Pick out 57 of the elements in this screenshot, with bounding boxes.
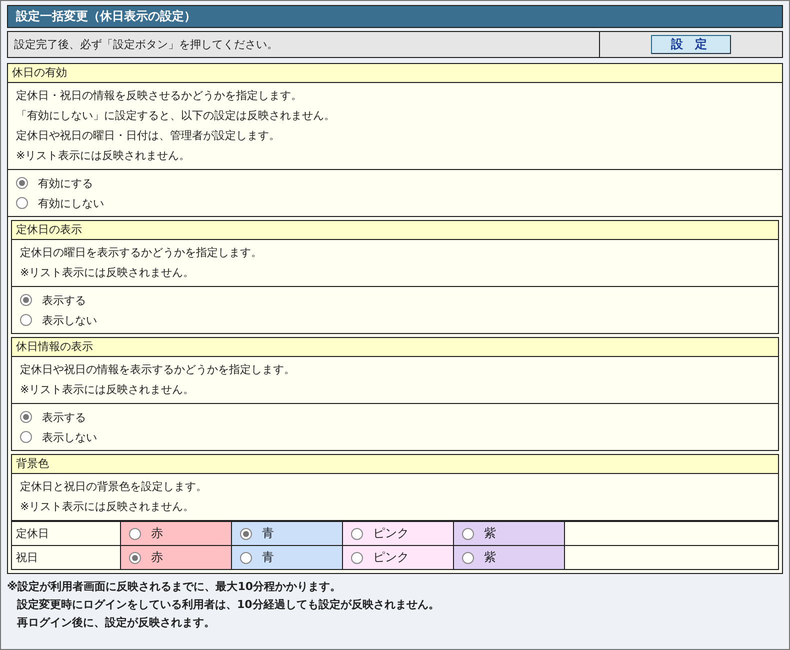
section-heading: 休日の有効 bbox=[8, 64, 782, 83]
color-option-cell[interactable]: 青 bbox=[232, 546, 342, 569]
radio-button[interactable] bbox=[240, 528, 252, 540]
radio-button[interactable] bbox=[20, 431, 32, 443]
color-option-cell[interactable]: 青 bbox=[232, 522, 342, 546]
color-option-cell[interactable]: 赤 bbox=[120, 546, 232, 569]
radio-button[interactable] bbox=[240, 552, 252, 564]
description-text: ※リスト表示には反映されません。 bbox=[16, 148, 192, 164]
option-label: 青 bbox=[262, 525, 274, 542]
description-text: ※リスト表示には反映されません。 bbox=[20, 382, 196, 398]
option-label: 表示する bbox=[42, 410, 86, 424]
radio-button[interactable] bbox=[351, 528, 363, 540]
radio-button[interactable] bbox=[20, 314, 32, 326]
color-option-cell[interactable]: 紫 bbox=[454, 546, 564, 569]
description-text: 定休日と祝日の背景色を設定します。 bbox=[20, 479, 208, 495]
description-text: ※リスト表示には反映されません。 bbox=[20, 499, 196, 515]
footnote-text: 再ログイン後に、設定が反映されます。 bbox=[16, 615, 216, 631]
option-label: ピンク bbox=[373, 525, 409, 542]
radio-button[interactable] bbox=[129, 552, 141, 564]
color-option-cell[interactable]: ピンク bbox=[342, 522, 454, 546]
description-text: 定休日や祝日の情報を表示するかどうかを指定します。 bbox=[20, 362, 296, 378]
option-label: 有効にする bbox=[38, 176, 93, 190]
option-label: 青 bbox=[262, 549, 274, 566]
color-option-cell[interactable]: 紫 bbox=[454, 522, 564, 546]
section-heading: 定休日の表示 bbox=[12, 221, 778, 240]
section-heading: 休日情報の表示 bbox=[12, 338, 778, 357]
radio-button[interactable] bbox=[351, 552, 363, 564]
option-label: ピンク bbox=[373, 549, 409, 566]
description-text: 定休日・祝日の情報を反映させるかどうかを指定します。 bbox=[16, 88, 303, 104]
description-text: 定休日や祝日の曜日・日付は、管理者が設定します。 bbox=[16, 128, 281, 144]
option-label: 赤 bbox=[151, 525, 163, 542]
option-label: 表示しない bbox=[42, 430, 97, 444]
footnote-text: 設定変更時にログインをしている利用者は、10分経過しても設定が反映されません。 bbox=[16, 597, 440, 613]
radio-button[interactable] bbox=[462, 552, 474, 564]
radio-button[interactable] bbox=[16, 177, 28, 189]
description-text: 定休日の曜日を表示するかどうかを指定します。 bbox=[20, 245, 263, 261]
option-label: 紫 bbox=[484, 525, 496, 542]
description-text: ※リスト表示には反映されません。 bbox=[20, 265, 196, 281]
notice-text: 設定完了後、必ず「設定ボタン」を押してください。 bbox=[14, 37, 278, 52]
page-title: 設定一括変更（休日表示の設定） bbox=[7, 5, 783, 28]
option-label: 有効にしない bbox=[38, 196, 104, 210]
radio-button[interactable] bbox=[20, 411, 32, 423]
color-option-cell[interactable]: ピンク bbox=[342, 546, 454, 569]
radio-button[interactable] bbox=[16, 197, 28, 209]
radio-button[interactable] bbox=[20, 294, 32, 306]
option-label: 表示する bbox=[42, 292, 86, 308]
option-label: 赤 bbox=[151, 549, 163, 566]
color-option-cell[interactable]: 赤 bbox=[120, 522, 232, 546]
footnote-text: ※設定が利用者画面に反映されるまでに、最大10分程かかります。 bbox=[7, 579, 342, 595]
description-text: 「有効にしない」に設定すると、以下の設定は反映されません。 bbox=[16, 108, 336, 124]
option-label: 紫 bbox=[484, 549, 496, 566]
section-heading: 背景色 bbox=[12, 455, 778, 474]
option-label: 表示しない bbox=[42, 312, 97, 328]
radio-button[interactable] bbox=[462, 528, 474, 540]
row-label: 定休日 bbox=[12, 522, 120, 546]
save-button[interactable]: 設 定 bbox=[651, 35, 731, 54]
radio-button[interactable] bbox=[129, 528, 141, 540]
